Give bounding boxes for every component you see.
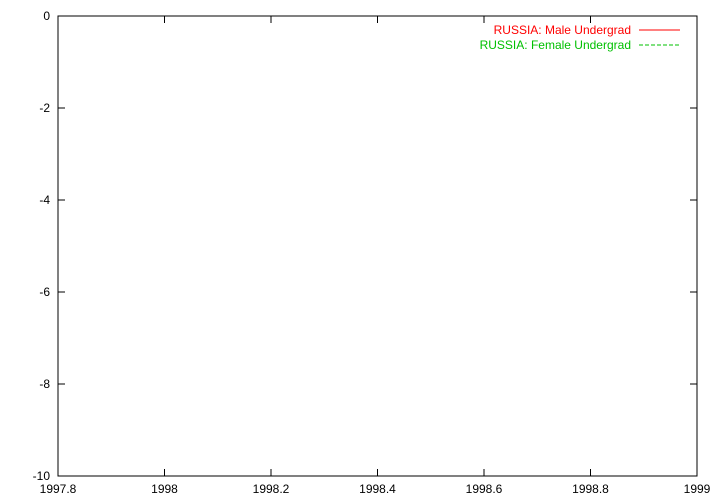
line-chart: 1997.8 1998 1998.2 1998.4 1998.6 1998.8 1999 0 -…: [0, 0, 720, 504]
y-tick-label: 0: [43, 9, 50, 23]
chart-background: [0, 0, 720, 504]
x-tick-label: 1998.8: [572, 482, 609, 496]
x-tick-label: 1999: [684, 482, 711, 496]
y-tick-label: -4: [39, 193, 50, 207]
x-tick-label: 1997.8: [40, 482, 77, 496]
y-tick-label: -6: [39, 285, 50, 299]
legend-label: RUSSIA: Female Undergrad: [480, 38, 631, 52]
y-tick-label: -10: [33, 469, 51, 483]
y-tick-label: -2: [39, 101, 50, 115]
x-tick-label: 1998.2: [253, 482, 290, 496]
x-tick-label: 1998.4: [359, 482, 396, 496]
y-tick-label: -8: [39, 377, 50, 391]
x-tick-label: 1998: [151, 482, 178, 496]
legend-label: RUSSIA: Male Undergrad: [494, 23, 631, 37]
x-tick-label: 1998.6: [466, 482, 503, 496]
